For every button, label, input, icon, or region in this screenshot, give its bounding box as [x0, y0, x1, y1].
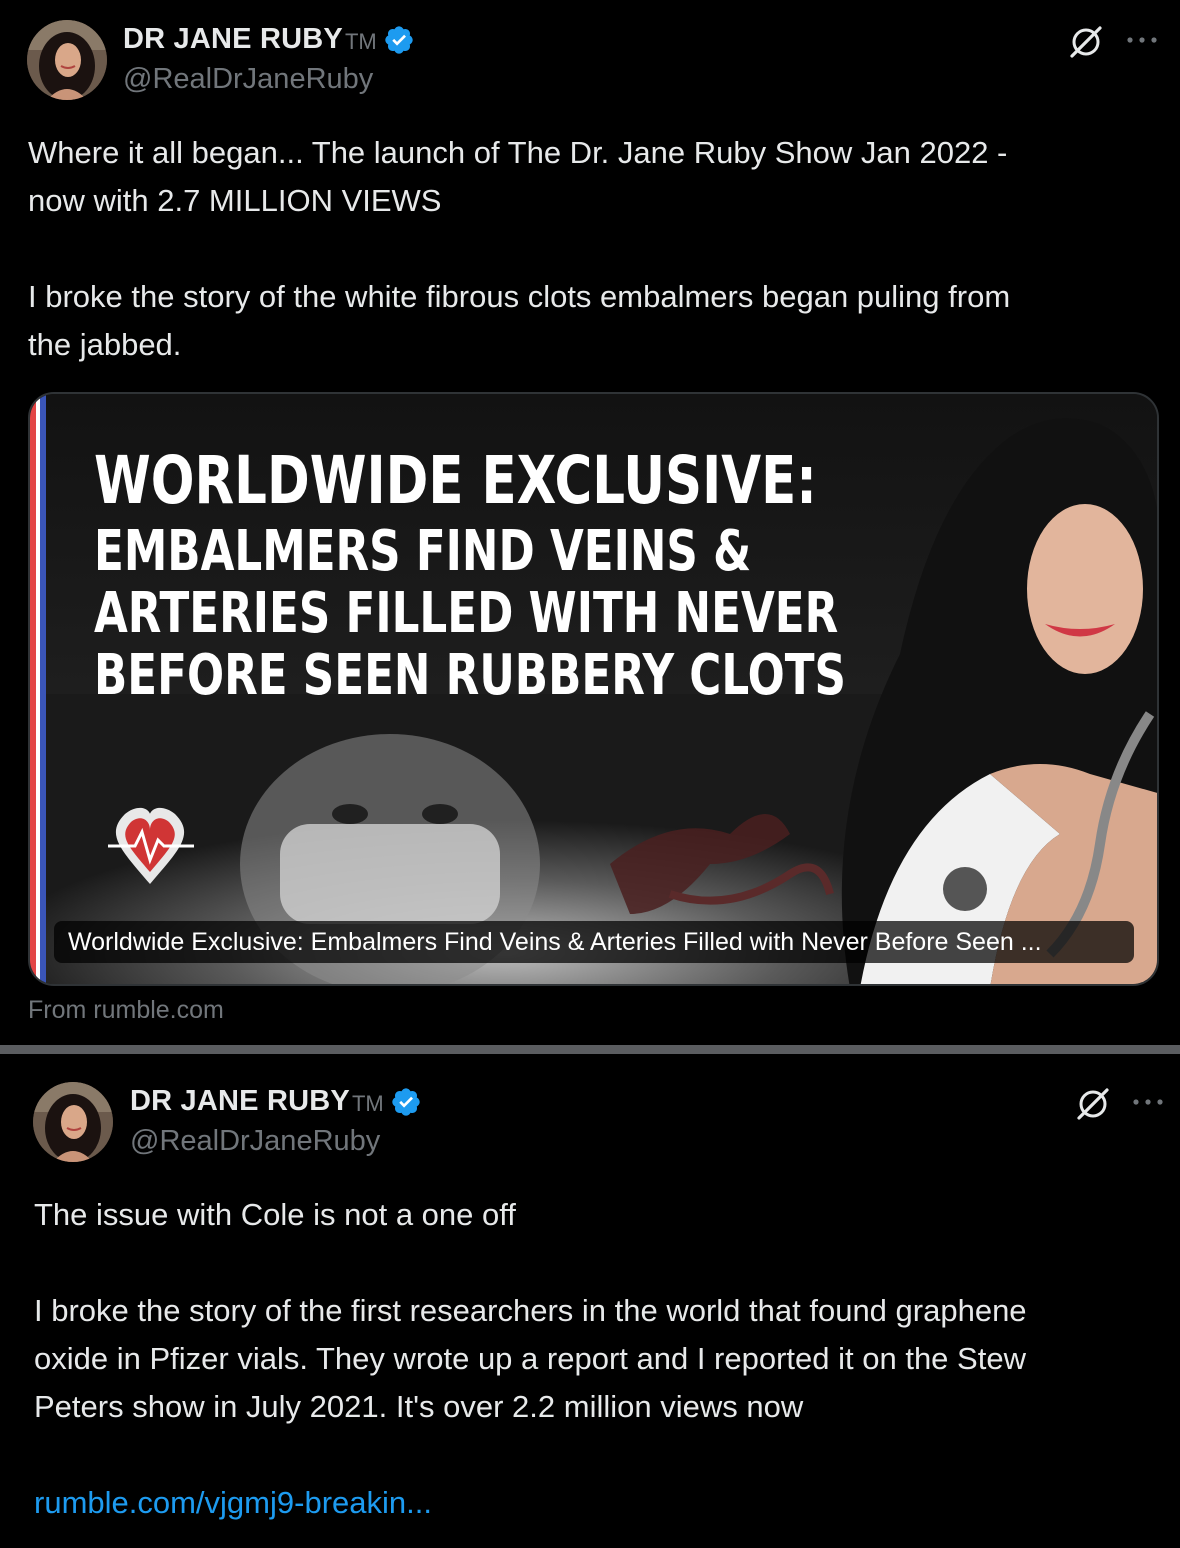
trademark-label: TM [344, 28, 377, 54]
tweet-2: DR JANE RUBY TM @RealDrJaneRuby The issu… [0, 1054, 1180, 1548]
card-headline-line: WORLDWIDE EXCLUSIVE: [94, 442, 817, 519]
link-card[interactable]: WORLDWIDE EXCLUSIVE: EMBALMERS FIND VEIN… [28, 392, 1159, 986]
more-options-icon[interactable] [1124, 30, 1160, 50]
card-headline-line: EMBALMERS FIND VEINS & [94, 519, 752, 584]
trademark-label: TM [351, 1090, 384, 1116]
tweet-text: The issue with Cole is not a one off I b… [34, 1191, 1027, 1527]
tweet-divider [0, 1045, 1180, 1054]
grok-icon[interactable] [1073, 1084, 1113, 1124]
tweet-text: Where it all began... The launch of The … [28, 129, 1010, 369]
card-headline-line: BEFORE SEEN RUBBERY CLOTS [94, 643, 847, 708]
tweet-1: DR JANE RUBY TM @RealDrJaneRuby Where it… [0, 0, 1180, 1045]
author-avatar[interactable] [27, 20, 107, 100]
tweet-text-line: now with 2.7 MILLION VIEWS [28, 183, 442, 218]
tweet-text-line: oxide in Pfizer vials. They wrote up a r… [34, 1341, 1026, 1376]
tweet-text-line: I broke the story of the white fibrous c… [28, 279, 1011, 314]
verified-badge-icon [392, 1087, 420, 1116]
more-options-icon[interactable] [1130, 1092, 1166, 1112]
card-headline-line: ARTERIES FILLED WITH NEVER [94, 581, 839, 646]
tweet-text-line: The issue with Cole is not a one off [34, 1197, 516, 1232]
verified-badge-icon [385, 25, 413, 54]
author-handle[interactable]: @RealDrJaneRuby [130, 1125, 380, 1158]
author-name-row[interactable]: DR JANE RUBY TM [123, 23, 415, 56]
card-source[interactable]: From rumble.com [28, 996, 224, 1025]
card-headline: WORLDWIDE EXCLUSIVE: EMBALMERS FIND VEIN… [94, 448, 846, 710]
author-name[interactable]: DR JANE RUBY [123, 23, 343, 56]
author-avatar[interactable] [33, 1082, 113, 1162]
tweet-text-line: Where it all began... The launch of The … [28, 135, 1008, 170]
tweet-text-line: I broke the story of the first researche… [34, 1293, 1027, 1328]
author-name[interactable]: DR JANE RUBY [130, 1085, 350, 1118]
author-name-row[interactable]: DR JANE RUBY TM [130, 1085, 422, 1118]
tweet-text-line: the jabbed. [28, 327, 182, 362]
tweet-link[interactable]: rumble.com/vjgmj9-breakin... [34, 1479, 1027, 1527]
grok-icon[interactable] [1066, 22, 1106, 62]
card-title[interactable]: Worldwide Exclusive: Embalmers Find Vein… [54, 921, 1134, 963]
author-handle[interactable]: @RealDrJaneRuby [123, 63, 373, 96]
tweet-text-line: Peters show in July 2021. It's over 2.2 … [34, 1389, 804, 1424]
